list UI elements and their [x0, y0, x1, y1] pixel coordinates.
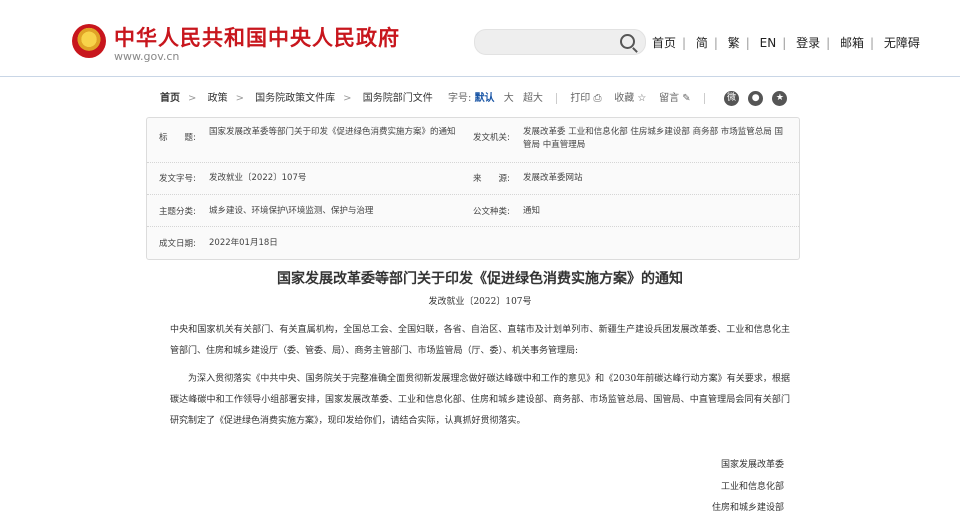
- document-recipients: 中央和国家机关有关部门、有关直属机构，全国总工会、全国妇联，各省、自治区、直辖市…: [170, 325, 790, 356]
- pencil-icon: ✎: [682, 93, 691, 104]
- signature-mohurd: 住房和城乡建设部: [711, 503, 784, 513]
- document-body: 为深入贯彻落实《中共中央、国务院关于完整准确全面贯彻新发展理念做好碳达峰碳中和工…: [170, 374, 790, 426]
- meta-issuer-value: 发展改革委 工业和信息化部 住房城乡建设部 商务部 市场监管总局 国管局 中直管…: [523, 127, 784, 150]
- qzone-icon[interactable]: ★: [772, 90, 788, 106]
- breadcrumb-policy[interactable]: 政策: [208, 93, 228, 104]
- nav-home[interactable]: 首页: [652, 36, 676, 50]
- meta-date-value: 2022年01月18日: [209, 238, 278, 248]
- nav-english[interactable]: EN: [760, 36, 777, 50]
- meta-source-value: 发展改革委网站: [523, 173, 583, 183]
- meta-docno-value: 发改就业〔2022〕107号: [209, 173, 307, 183]
- meta-topic-value: 城乡建设、环境保护\环境监测、保护与治理: [209, 206, 374, 216]
- font-size-label: 字号:: [448, 93, 472, 104]
- font-size-large[interactable]: 大: [504, 93, 514, 104]
- star-icon: ☆: [637, 93, 647, 104]
- printer-icon: ⎙: [593, 93, 602, 104]
- site-header: ★ 中华人民共和国中央人民政府 www.gov.cn 首页 | 简 | 繁 | EN |…: [0, 0, 960, 77]
- print-label: 打印: [570, 93, 591, 104]
- meta-docno-label: 发文字号:: [159, 174, 196, 184]
- divider: [703, 92, 705, 104]
- search-icon[interactable]: [620, 34, 635, 49]
- meta-type-label: 公文种类:: [473, 207, 510, 217]
- font-size-xlarge[interactable]: 超大: [523, 93, 543, 104]
- breadcrumb-policy-library[interactable]: 国务院政策文件库: [255, 93, 335, 104]
- article-tools: 字号: 默认 大 超大 打印 ⎙ 收藏 ☆ 留言 ✎ 微 ● ★: [448, 89, 788, 106]
- nav-accessibility[interactable]: 无障碍: [884, 36, 920, 50]
- nav-traditional[interactable]: 繁: [728, 36, 740, 50]
- nav-mail[interactable]: 邮箱: [840, 36, 864, 50]
- meta-issuer-label: 发文机关:: [473, 133, 510, 143]
- meta-source-label: 来 源:: [473, 174, 510, 184]
- meta-topic-label: 主题分类:: [159, 207, 196, 217]
- meta-row-number: 发文字号: 发改就业〔2022〕107号 来 源: 发展改革委网站: [147, 163, 799, 195]
- wechat-icon[interactable]: ●: [748, 90, 764, 106]
- signature-miit: 工业和信息化部: [720, 482, 784, 492]
- nav-simplified[interactable]: 简: [696, 36, 708, 50]
- breadcrumb-home[interactable]: 首页: [160, 93, 180, 104]
- document-title: 国家发展改革委等部门关于印发《促进绿色消费实施方案》的通知: [277, 271, 683, 287]
- meta-title-value: 国家发展改革委等部门关于印发《促进绿色消费实施方案》的通知: [209, 127, 456, 137]
- document-number: 发改就业〔2022〕107号: [428, 297, 532, 307]
- meta-type-value: 通知: [523, 206, 541, 216]
- nav-login[interactable]: 登录: [796, 36, 820, 50]
- search-input[interactable]: [474, 29, 646, 55]
- signature-ndrc: 国家发展改革委: [720, 460, 784, 470]
- divider: [556, 92, 558, 104]
- site-title[interactable]: 中华人民共和国中央人民政府: [114, 22, 400, 52]
- meta-title-label: 标 题:: [159, 133, 196, 143]
- print-button[interactable]: 打印 ⎙: [570, 93, 601, 104]
- site-url[interactable]: www.gov.cn: [114, 50, 179, 63]
- favorite-button[interactable]: 收藏 ☆: [614, 93, 646, 104]
- meta-row-date: 成文日期: 2022年01月18日: [147, 227, 799, 258]
- meta-row-topic: 主题分类: 城乡建设、环境保护\环境监测、保护与治理 公文种类: 通知: [147, 195, 799, 227]
- font-size-default[interactable]: 默认: [475, 93, 495, 104]
- document-meta-table: 标 题: 国家发展改革委等部门关于印发《促进绿色消费实施方案》的通知 发文机关:…: [146, 117, 800, 260]
- favorite-label: 收藏: [614, 93, 635, 104]
- breadcrumb-dept-docs[interactable]: 国务院部门文件: [363, 93, 433, 104]
- top-nav: 首页 | 简 | 繁 | EN | 登录 | 邮箱 | 无障碍: [652, 36, 920, 50]
- weibo-icon[interactable]: 微: [724, 90, 740, 106]
- national-emblem-icon[interactable]: ★: [72, 24, 106, 58]
- comment-button[interactable]: 留言 ✎: [659, 93, 691, 104]
- comment-label: 留言: [659, 93, 680, 104]
- meta-date-label: 成文日期:: [159, 239, 196, 249]
- meta-row-title: 标 题: 国家发展改革委等部门关于印发《促进绿色消费实施方案》的通知 发文机关:…: [147, 118, 799, 163]
